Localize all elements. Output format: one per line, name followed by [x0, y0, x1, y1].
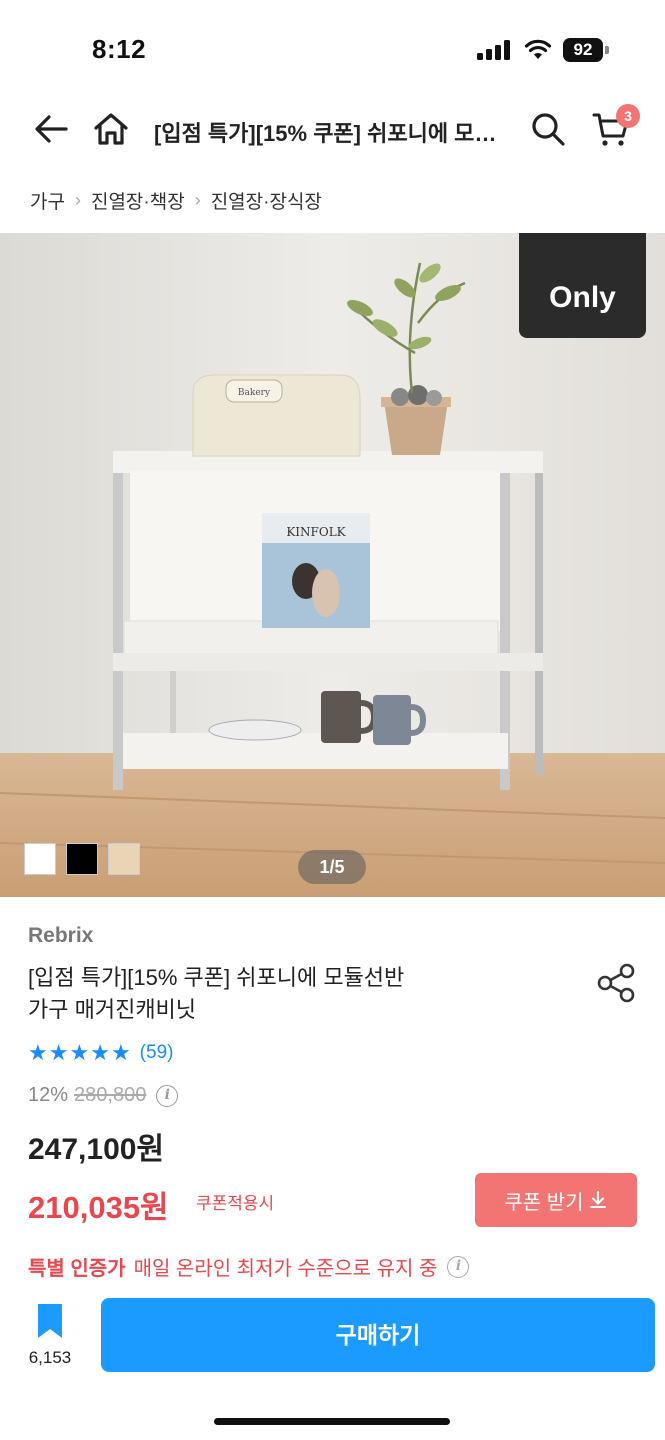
promo-text: 매일 온라인 최저가 수준으로 유지 중 — [133, 1258, 438, 1280]
chevron-right-icon: › — [194, 189, 201, 210]
product-title: [입점 특가][15% 쿠폰] 쉬포니에 모듈선반 가구 매거진캐비닛 — [28, 962, 548, 1026]
breadcrumb-item-furniture[interactable]: 가구 — [30, 187, 65, 214]
coupon-note: 쿠폰적용시 — [196, 1194, 275, 1213]
promo-banner: 특별 인증가 매일 온라인 최저가 수준으로 유지 중 i — [28, 1252, 470, 1281]
get-coupon-button[interactable]: 쿠폰 받기 — [475, 1173, 637, 1227]
download-icon — [589, 1191, 606, 1208]
breadbox-label: Bakery — [238, 388, 271, 398]
bookmark-count: 6,153 — [28, 1348, 72, 1367]
promo-title: 특별 인증가 — [28, 1258, 126, 1280]
search-button[interactable] — [525, 106, 571, 152]
breadcrumb: 가구 › 진열장·책장 › 진열장·장식장 — [30, 186, 322, 214]
sale-price: 247,100원 — [28, 1133, 165, 1166]
page-indicator: 1/5 — [298, 850, 366, 884]
rating[interactable]: ★ ★ ★ ★ ★ (59) — [28, 1040, 173, 1066]
home-icon — [94, 113, 128, 145]
info-icon[interactable]: i — [156, 1084, 179, 1107]
breadcrumb-item-display-bookshelf[interactable]: 진열장·책장 — [91, 187, 185, 214]
star-icon: ★ — [48, 1040, 69, 1065]
swatch-beige[interactable] — [108, 843, 140, 875]
swatch-black[interactable] — [66, 843, 98, 875]
chevron-right-icon: › — [74, 189, 81, 210]
nav-header: [입점 특가][15% 쿠폰] 쉬포니에 모듈선반 가구 매거진캐비닛 — [0, 92, 665, 168]
bookmark-icon — [38, 1304, 62, 1338]
coupon-price: 210,035원 — [28, 1190, 169, 1225]
only-badge: Only — [519, 233, 646, 338]
cart-count-badge: 3 — [616, 104, 640, 128]
swatch-white[interactable] — [24, 843, 56, 875]
battery-level: 92 — [563, 38, 603, 62]
bookmark-button[interactable]: 6,153 — [22, 1300, 78, 1372]
wifi-icon — [524, 39, 552, 59]
color-swatches — [24, 843, 140, 875]
discount-rate: 12% — [28, 1084, 69, 1106]
status-time: 8:12 — [92, 34, 147, 64]
star-icon: ★ — [110, 1040, 131, 1065]
star-icon: ★ — [28, 1040, 48, 1065]
star-icon: ★ — [90, 1040, 110, 1065]
search-icon — [532, 113, 565, 146]
buy-button[interactable]: 구매하기 — [101, 1298, 655, 1372]
signal-icon — [477, 40, 510, 60]
product-title-line-1: [입점 특가][15% 쿠폰] 쉬포니에 모듈선반 — [28, 965, 405, 990]
product-title-line-2: 가구 매거진캐비닛 — [28, 997, 197, 1022]
get-coupon-label: 쿠폰 받기 — [504, 1191, 584, 1214]
original-price: 280,800 — [74, 1084, 147, 1106]
info-icon[interactable]: i — [447, 1255, 470, 1278]
brand-name[interactable]: Rebrix — [28, 924, 93, 948]
page-title: [입점 특가][15% 쿠폰] 쉬포니에 모듈선반 가구 매거진캐비닛 — [154, 121, 514, 146]
battery-icon: 92 — [563, 38, 609, 62]
magazine-title: KINFOLK — [286, 525, 346, 539]
back-button[interactable] — [28, 106, 74, 152]
review-count[interactable]: (59) — [140, 1042, 174, 1064]
product-image-carousel[interactable]: KINFOLK Bakery Only 1/5 — [0, 233, 665, 897]
status-bar: 8:12 92 — [0, 0, 665, 92]
discount-row: 12% 280,800 i — [28, 1084, 179, 1107]
share-button[interactable] — [596, 962, 638, 1004]
arrow-left-icon — [35, 115, 68, 143]
star-icon: ★ — [69, 1040, 90, 1065]
home-button[interactable] — [88, 106, 134, 152]
home-indicator — [214, 1418, 450, 1425]
breadcrumb-item-display-cabinet[interactable]: 진열장·장식장 — [211, 187, 322, 214]
share-icon — [597, 963, 635, 1003]
